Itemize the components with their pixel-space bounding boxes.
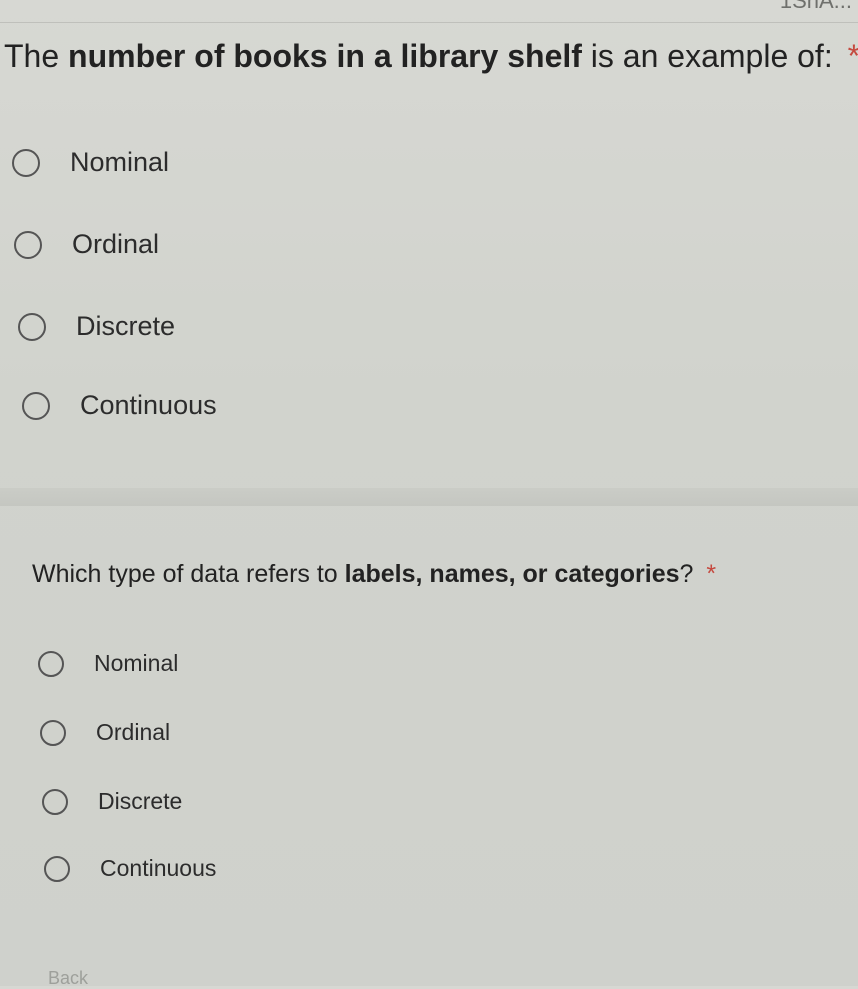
question-2-option-discrete[interactable]: Discrete <box>42 788 182 815</box>
radio-button[interactable] <box>44 855 70 882</box>
radio-button[interactable] <box>14 230 42 259</box>
question-2-option-nominal[interactable]: Nominal <box>38 650 178 677</box>
option-label: Ordinal <box>96 719 171 745</box>
option-label: Nominal <box>70 147 170 177</box>
radio-button[interactable] <box>12 148 40 177</box>
question-2-option-continuous[interactable]: Continuous <box>44 855 216 882</box>
option-label: Discrete <box>76 311 176 341</box>
option-label: Discrete <box>98 788 183 814</box>
option-label: Ordinal <box>72 229 160 259</box>
question-1-option-ordinal[interactable]: Ordinal <box>14 229 159 260</box>
radio-button[interactable] <box>42 788 68 815</box>
radio-button[interactable] <box>40 719 66 746</box>
section-divider <box>0 488 858 506</box>
question-2-suffix: ? <box>679 560 701 588</box>
question-2-title: Which type of data refers to labels, nam… <box>32 560 716 589</box>
question-1-prefix: The <box>4 38 69 74</box>
question-2-prefix: Which type of data refers to <box>32 560 345 588</box>
radio-button[interactable] <box>38 650 64 677</box>
required-asterisk: * <box>706 560 717 588</box>
question-1-suffix: is an example of: <box>581 38 842 74</box>
question-1-option-nominal[interactable]: Nominal <box>12 147 169 178</box>
url-fragment: 1ShA... <box>779 0 852 13</box>
question-1-bold: number of books in a library shelf <box>68 38 582 74</box>
option-label: Continuous <box>100 855 217 881</box>
option-label: Nominal <box>94 650 179 676</box>
radio-button[interactable] <box>18 312 46 341</box>
question-1-title: The number of books in a library shelf i… <box>4 38 858 75</box>
question-2-bold: labels, names, or categories <box>344 560 680 588</box>
top-strip: 1ShA... <box>0 0 858 23</box>
option-label: Continuous <box>80 390 217 420</box>
question-2-option-ordinal[interactable]: Ordinal <box>40 719 170 746</box>
radio-button[interactable] <box>22 391 50 420</box>
question-1-option-continuous[interactable]: Continuous <box>22 390 217 421</box>
required-asterisk: * <box>848 38 858 74</box>
question-1-option-discrete[interactable]: Discrete <box>18 311 175 342</box>
